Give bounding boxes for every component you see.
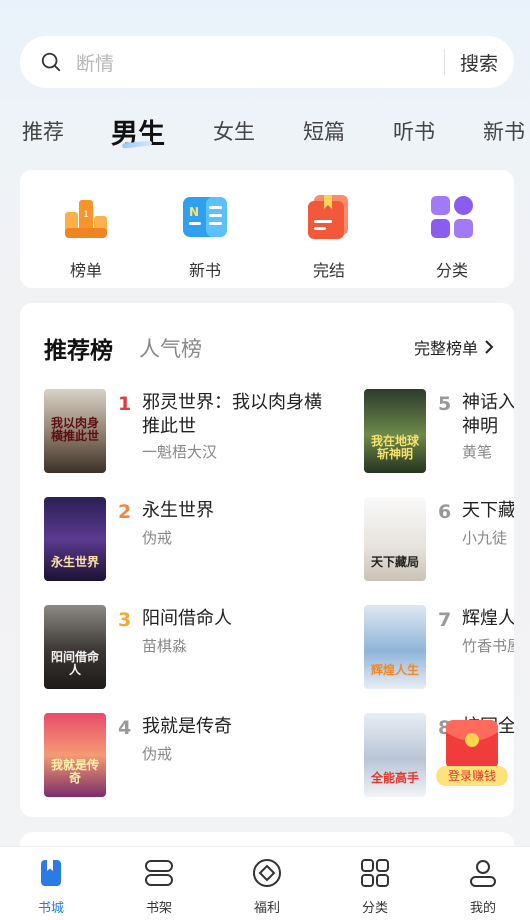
book-title: 我就是传奇: [142, 716, 232, 737]
full-ranking-label: 完整榜单: [413, 339, 478, 358]
tabbar-label: 福利: [253, 901, 280, 916]
book-cover: 天下藏局: [364, 497, 426, 581]
login-reward-float[interactable]: 登录赚钱: [436, 718, 508, 790]
quick-entry-new-books[interactable]: N 新书: [160, 192, 250, 281]
category-icon: [361, 859, 389, 887]
quick-entry-rankings[interactable]: 1 榜单: [41, 192, 131, 281]
cover-text: 阳间借命人: [50, 650, 99, 677]
rank-number: 7: [438, 609, 452, 631]
tabbar-profile[interactable]: 我的: [443, 857, 523, 916]
tabbar-label: 我的: [469, 901, 496, 916]
cover-text: 我以肉身横推此世: [50, 416, 99, 443]
tabbar-bookshelf[interactable]: 书架: [119, 857, 199, 916]
login-reward-label: 登录赚钱: [436, 766, 508, 786]
book-title: 神话入侵：我在地球斩神明: [462, 392, 514, 437]
book-author: 一魁梧大汉: [142, 443, 218, 461]
book-title: 邪灵世界：我以肉身横推此世: [142, 392, 322, 437]
finished-book-icon: [308, 195, 348, 239]
category-icon: [431, 196, 473, 238]
quick-entry-card: 1 榜单 N 新书 完结 分类: [20, 170, 514, 288]
tab-recommend-ranking[interactable]: 推荐榜: [44, 331, 113, 365]
cover-text: 辉煌人生: [370, 663, 419, 677]
book-author: 伪戒: [142, 745, 173, 763]
rank-number: 1: [118, 393, 132, 415]
rank-number: 6: [438, 501, 452, 523]
book-author: 小九徒: [462, 529, 508, 547]
book-author: 苗棋淼: [142, 637, 188, 655]
trophy-icon: 1: [65, 200, 107, 238]
rank-number: 5: [438, 393, 452, 415]
book-cover: 我在地球斩神明: [364, 389, 426, 473]
quick-entry-finished[interactable]: 完结: [284, 192, 374, 281]
book-item[interactable]: 永生世界 2 永生世界 伪戒: [44, 497, 284, 583]
tab-new-books[interactable]: 新书: [483, 116, 525, 146]
cover-text: 全能高手: [370, 771, 419, 785]
book-item[interactable]: 我在地球斩神明 5 神话入侵：我在地球斩神明 黄笔: [364, 389, 514, 475]
tab-audiobook[interactable]: 听书: [393, 116, 435, 146]
bookshelf-icon: [145, 860, 173, 886]
book-author: 竹香书屋: [462, 637, 514, 655]
book-item[interactable]: 辉煌人生 7 辉煌人生 竹香书屋: [364, 605, 514, 691]
search-input[interactable]: 断情: [76, 49, 444, 76]
book-cover: 阳间借命人: [44, 605, 106, 689]
tab-popular-ranking[interactable]: 人气榜: [139, 333, 202, 363]
quick-entry-category[interactable]: 分类: [407, 192, 497, 281]
book-cover: 全能高手: [364, 713, 426, 797]
search-icon: [41, 52, 61, 72]
book-item[interactable]: 天下藏局 6 天下藏局 小九徒: [364, 497, 514, 583]
rank-number: 3: [118, 609, 132, 631]
quick-entry-label: 新书: [188, 261, 221, 280]
new-book-icon: N: [183, 197, 227, 237]
welfare-icon: [253, 859, 281, 887]
bottom-tabbar: 书城 书架 福利 分类 我的: [0, 846, 530, 920]
quick-entry-label: 完结: [312, 261, 345, 280]
rank-number: 4: [118, 717, 132, 739]
svg-text:1: 1: [83, 210, 89, 220]
cover-text: 我就是传奇: [50, 758, 99, 785]
search-button[interactable]: 搜索: [445, 49, 514, 76]
rank-number: 2: [118, 501, 132, 523]
svg-text:N: N: [189, 205, 199, 219]
book-author: 黄笔: [462, 443, 493, 461]
search-bar[interactable]: 断情 搜索: [20, 36, 514, 88]
tab-female[interactable]: 女生: [213, 116, 255, 146]
book-cover: 我以肉身横推此世: [44, 389, 106, 473]
full-ranking-link[interactable]: 完整榜单: [414, 335, 494, 359]
tabbar-bookstore[interactable]: 书城: [11, 857, 91, 916]
book-item[interactable]: 我以肉身横推此世 1 邪灵世界：我以肉身横推此世 一魁梧大汉: [44, 389, 322, 475]
book-title: 永生世界: [142, 500, 214, 521]
tabbar-label: 分类: [361, 901, 388, 916]
book-cover: 辉煌人生: [364, 605, 426, 689]
book-author: 伪戒: [142, 529, 173, 547]
tabbar-label: 书架: [145, 901, 172, 916]
book-title: 阳间借命人: [142, 608, 232, 629]
tabbar-label: 书城: [37, 901, 64, 916]
profile-icon: [470, 860, 496, 887]
cover-text: 我在地球斩神明: [370, 434, 419, 461]
chevron-right-icon: [485, 340, 494, 354]
book-item[interactable]: 我就是传奇 4 我就是传奇 伪戒: [44, 713, 284, 799]
quick-entry-label: 分类: [435, 261, 468, 280]
tabbar-category[interactable]: 分类: [335, 857, 415, 916]
tab-recommend[interactable]: 推荐: [22, 116, 64, 146]
cover-text: 天下藏局: [370, 555, 419, 569]
quick-entry-label: 榜单: [69, 261, 102, 280]
tabbar-welfare[interactable]: 福利: [227, 857, 307, 916]
cover-text: 永生世界: [50, 555, 99, 569]
book-title: 辉煌人生: [462, 608, 514, 629]
book-title: 天下藏局: [462, 500, 514, 521]
tab-short[interactable]: 短篇: [303, 116, 345, 146]
book-item[interactable]: 阳间借命人 3 阳间借命人 苗棋淼: [44, 605, 284, 691]
category-tabs: 推荐 男生 女生 短篇 听书 新书: [0, 108, 530, 158]
book-cover: 永生世界: [44, 497, 106, 581]
book-cover: 我就是传奇: [44, 713, 106, 797]
bookstore-icon: [41, 860, 61, 886]
